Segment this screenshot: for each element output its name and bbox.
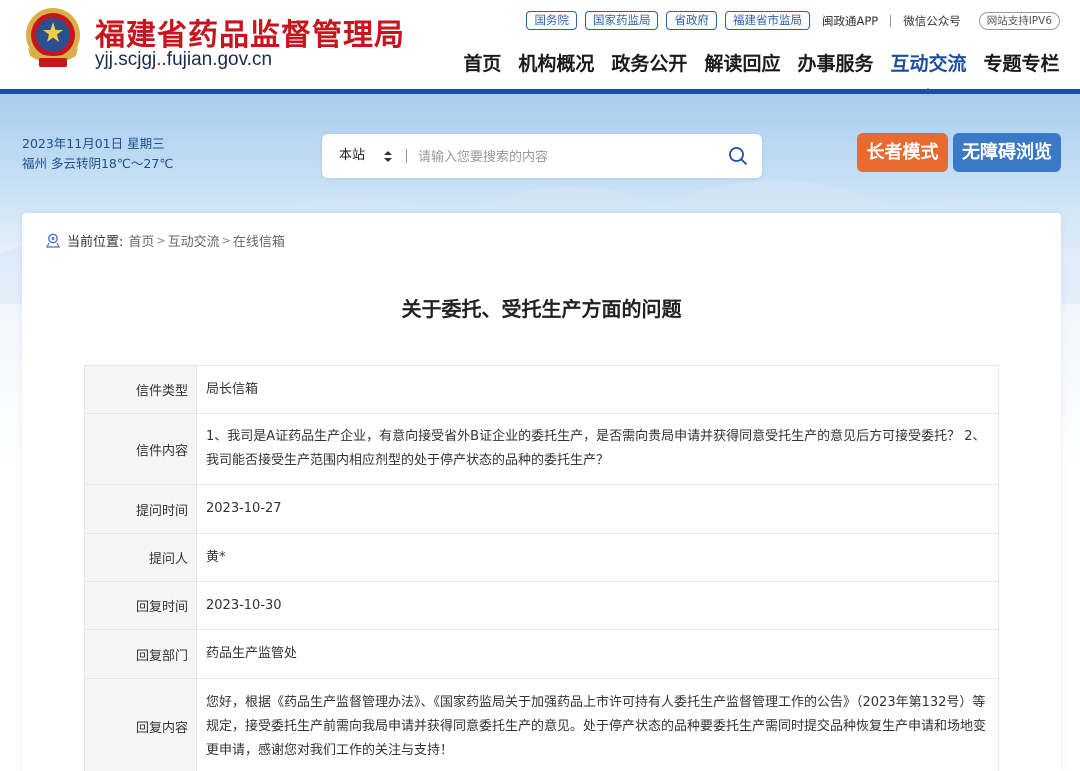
site-domain: yjj.scjgj..fujian.gov.cn [95, 49, 272, 71]
nav-special[interactable]: 专题专栏 [975, 50, 1068, 78]
top-links: 国务院 国家药监局 省政府 福建省市监局 闽政通APP 微信公众号 网站支持IP… [526, 11, 1060, 30]
search-scope-select[interactable]: 本站 [339, 134, 365, 178]
weather-info: 福州 多云转阴18℃～27℃ [22, 156, 174, 171]
sort-arrows-icon[interactable] [384, 151, 392, 162]
current-date: 2023年11月01日 星期三 [22, 136, 165, 151]
content-card: 当前位置: 首页 > 互动交流 > 在线信箱 关于委托、受托生产方面的问题 信件… [22, 213, 1061, 771]
nav-home[interactable]: 首页 [455, 50, 510, 78]
table-row: 信件内容 1、我司是A证药品生产企业，有意向接受省外B证企业的委托生产，是否需向… [84, 413, 999, 485]
row-value: 黄* [196, 533, 999, 582]
table-row: 回复内容 您好，根据《药品生产监督管理办法》、《国家药监局关于加强药品上市许可持… [84, 678, 999, 771]
letter-detail-table: 信件类型 局长信箱 信件内容 1、我司是A证药品生产企业，有意向接受省外B证企业… [84, 365, 999, 771]
link-nmpa[interactable]: 国家药监局 [584, 11, 659, 30]
row-label: 回复内容 [84, 678, 197, 771]
table-row: 提问人 黄* [84, 533, 999, 582]
search-divider [406, 149, 407, 163]
ipv6-badge: 网站支持IPV6 [978, 11, 1060, 30]
top-links-divider [890, 14, 892, 27]
elder-mode-button[interactable]: 长者模式 [857, 133, 948, 172]
nav-about[interactable]: 机构概况 [510, 50, 603, 78]
table-row: 回复时间 2023-10-30 [84, 581, 999, 630]
breadcrumb-mailbox[interactable]: 在线信箱 [233, 231, 285, 250]
row-value: 1、我司是A证药品生产企业，有意向接受省外B证企业的委托生产，是否需向贵局申请并… [196, 413, 999, 485]
row-value: 局长信箱 [196, 365, 999, 414]
row-label: 提问人 [84, 533, 197, 582]
breadcrumb-interaction[interactable]: 互动交流 [168, 231, 220, 250]
nav-services[interactable]: 办事服务 [789, 50, 882, 78]
search-input[interactable] [418, 144, 708, 168]
link-state-council[interactable]: 国务院 [526, 11, 577, 30]
breadcrumb-home[interactable]: 首页 [128, 231, 154, 250]
site-domain-suffix: .fujian.gov.cn [161, 49, 273, 70]
table-row: 回复部门 药品生产监管处 [84, 629, 999, 679]
nav-interpretation[interactable]: 解读回应 [696, 50, 789, 78]
site-domain-prefix: yjj.scjgj [95, 49, 157, 70]
main-nav: 首页 机构概况 政务公开 解读回应 办事服务 互动交流 专题专栏 [455, 50, 1068, 96]
banner: 2023年11月01日 星期三 福州 多云转阴18℃～27℃ 本站 长者模式 无… [0, 94, 1080, 771]
accessible-browse-button[interactable]: 无障碍浏览 [953, 133, 1061, 172]
site-title[interactable]: 福建省药品监督管理局 [95, 10, 405, 54]
location-pin-icon [46, 233, 60, 248]
row-label: 信件内容 [84, 413, 197, 485]
link-fujian-samr[interactable]: 福建省市监局 [724, 11, 810, 30]
breadcrumb-separator: > [156, 234, 166, 247]
link-wechat[interactable]: 微信公众号 [899, 13, 965, 29]
site-header: 福建省药品监督管理局 yjj.scjgj..fujian.gov.cn 国务院 … [0, 0, 1080, 96]
table-row: 提问时间 2023-10-27 [84, 484, 999, 534]
nav-interaction[interactable]: 互动交流 [882, 50, 975, 96]
row-value: 药品生产监管处 [196, 629, 999, 679]
search-bar: 本站 [322, 134, 762, 178]
national-emblem-icon[interactable] [22, 6, 84, 72]
row-label: 回复时间 [84, 581, 197, 630]
breadcrumb-separator: > [221, 234, 231, 247]
row-label: 信件类型 [84, 365, 197, 414]
row-value: 2023-10-27 [196, 484, 999, 534]
link-province-gov[interactable]: 省政府 [666, 11, 717, 30]
nav-gov-affairs[interactable]: 政务公开 [603, 50, 696, 78]
row-value: 您好，根据《药品生产监督管理办法》、《国家药监局关于加强药品上市许可持有人委托生… [196, 678, 999, 771]
row-label: 提问时间 [84, 484, 197, 534]
link-app[interactable]: 闽政通APP [818, 13, 882, 29]
date-weather: 2023年11月01日 星期三 福州 多云转阴18℃～27℃ [22, 134, 173, 174]
table-row: 信件类型 局长信箱 [84, 365, 999, 414]
breadcrumb: 当前位置: 首页 > 互动交流 > 在线信箱 [46, 231, 285, 250]
row-value: 2023-10-30 [196, 581, 999, 630]
row-label: 回复部门 [84, 629, 197, 679]
breadcrumb-label: 当前位置: [67, 235, 124, 250]
letter-title: 关于委托、受托生产方面的问题 [401, 297, 682, 321]
search-icon[interactable] [728, 146, 748, 166]
